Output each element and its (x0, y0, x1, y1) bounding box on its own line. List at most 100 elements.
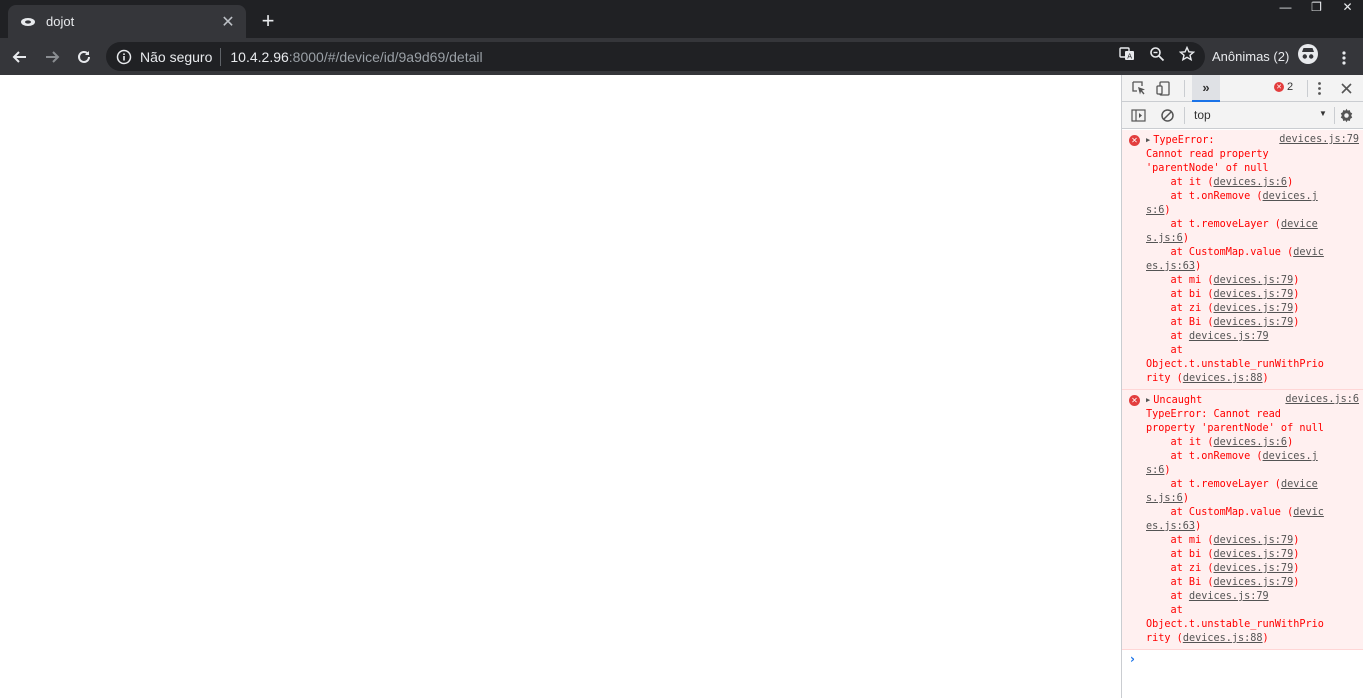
console-error-message[interactable]: ✕ ▶ Uncaught devices.js:6 TypeError: Cannot … (1122, 390, 1363, 650)
expand-triangle-icon[interactable]: ▶ (1146, 136, 1150, 144)
zoom-icon[interactable] (1149, 46, 1165, 67)
error-icon: ✕ (1129, 395, 1140, 406)
maximize-button[interactable]: ❐ (1301, 0, 1332, 14)
address-bar[interactable]: Não seguro 10.4.2.96 :8000/#/device/id/9… (106, 42, 1205, 71)
forward-arrow-icon (46, 50, 60, 63)
stack-text: rity ( (1146, 633, 1183, 644)
error-icon: ✕ (1129, 135, 1140, 146)
inspect-element-icon[interactable] (1131, 80, 1147, 96)
stack-source-link[interactable]: s.js:6 (1146, 493, 1183, 504)
tab-close-icon[interactable]: ✕ (218, 12, 238, 32)
stack-source-link[interactable]: devices.js:79 (1213, 275, 1293, 286)
stack-line: at (1146, 605, 1183, 616)
stack-text: ) (1262, 633, 1269, 644)
error-count-badge[interactable]: ✕ 2 (1274, 81, 1293, 93)
context-selector[interactable]: top (1194, 108, 1211, 122)
stack-line: property 'parentNode' of null (1146, 423, 1324, 434)
stack-line: at t.onRemove (devices.j (1146, 450, 1359, 464)
stack-source-link[interactable]: devices.js:79 (1213, 303, 1293, 314)
stack-source-link[interactable]: s:6 (1146, 205, 1164, 216)
back-button[interactable] (4, 41, 36, 73)
stack-text: at zi ( (1146, 303, 1214, 314)
stack-source-link[interactable]: es.js:63 (1146, 521, 1195, 532)
stack-source-link[interactable]: s:6 (1146, 465, 1164, 476)
clear-console-icon[interactable] (1159, 107, 1175, 123)
stack-source-link[interactable]: devices.j (1263, 191, 1318, 202)
stack-line: at it (devices.js:6) (1146, 436, 1359, 450)
reload-icon (78, 50, 90, 63)
close-window-button[interactable]: ✕ (1332, 0, 1363, 14)
stack-source-link[interactable]: devices.js:6 (1213, 177, 1287, 188)
stack-source-link[interactable]: devices.js:79 (1213, 563, 1293, 574)
stack-text: at Bi ( (1146, 317, 1214, 328)
stack-source-link[interactable]: devices.js:79 (1213, 577, 1293, 588)
stack-text: ) (1262, 373, 1269, 384)
incognito-profile-button[interactable]: Anônimas (2) (1212, 42, 1319, 71)
svg-text:A: A (1127, 53, 1132, 61)
security-label[interactable]: Não seguro (140, 49, 212, 65)
stack-text: at mi ( (1146, 535, 1214, 546)
tab-strip: dojot ✕ + — ❐ ✕ (0, 0, 1363, 38)
stack-source-link[interactable]: devices.js:79 (1213, 289, 1293, 300)
stack-source-link[interactable]: devices.js:88 (1183, 373, 1263, 384)
stack-text: ) (1293, 317, 1300, 328)
stack-line: at t.removeLayer (device (1146, 218, 1359, 232)
page-viewport (0, 75, 1121, 698)
omnibox-actions: A (1119, 42, 1196, 71)
stack-source-link[interactable]: devices.js:79 (1189, 331, 1269, 342)
stack-source-link[interactable]: devices.js:88 (1183, 633, 1263, 644)
stack-text: at (1146, 331, 1189, 342)
stack-source-link[interactable]: device (1281, 479, 1318, 490)
message-source-link[interactable]: devices.js:6 (1285, 393, 1359, 408)
show-sidebar-icon[interactable] (1130, 107, 1146, 123)
bookmark-star-icon[interactable] (1178, 45, 1196, 67)
more-tabs-button[interactable]: » (1192, 75, 1220, 102)
devtools-menu-icon[interactable] (1311, 80, 1327, 96)
minimize-button[interactable]: — (1270, 0, 1301, 14)
stack-source-link[interactable]: es.js:63 (1146, 261, 1195, 272)
stack-text: at it ( (1146, 177, 1214, 188)
stack-text: ) (1287, 437, 1294, 448)
stack-text: at CustomMap.value ( (1146, 247, 1294, 258)
browser-menu-button[interactable] (1328, 42, 1360, 74)
context-dropdown-icon[interactable]: ▼ (1319, 109, 1327, 118)
message-source-link[interactable]: devices.js:79 (1279, 133, 1359, 148)
url-host: 10.4.2.96 (230, 48, 289, 65)
browser-tab[interactable]: dojot ✕ (8, 5, 246, 38)
stack-source-link[interactable]: devic (1293, 247, 1324, 258)
console-messages: ✕ ▶ TypeError: devices.js:79 Cannot read pro… (1122, 130, 1363, 670)
stack-source-link[interactable]: s.js:6 (1146, 233, 1183, 244)
stack-source-link[interactable]: devices.j (1263, 451, 1318, 462)
stack-source-link[interactable]: devic (1293, 507, 1324, 518)
devtools-separator (1184, 107, 1185, 124)
stack-line: at zi (devices.js:79) (1146, 302, 1359, 316)
stack-source-link[interactable]: devices.js:79 (1213, 317, 1293, 328)
info-icon[interactable] (116, 49, 132, 65)
translate-icon[interactable]: A (1119, 46, 1135, 67)
console-settings-gear-icon[interactable] (1338, 107, 1354, 123)
console-prompt[interactable]: › (1122, 650, 1363, 670)
reload-button[interactable] (68, 41, 100, 73)
stack-text: at t.onRemove ( (1146, 451, 1263, 462)
console-error-message[interactable]: ✕ ▶ TypeError: devices.js:79 Cannot read pro… (1122, 130, 1363, 390)
device-toolbar-icon[interactable] (1155, 80, 1171, 96)
stack-source-link[interactable]: devices.js:6 (1213, 437, 1287, 448)
stack-line: at CustomMap.value (devic (1146, 506, 1359, 520)
stack-text: at t.removeLayer ( (1146, 479, 1281, 490)
stack-source-link[interactable]: devices.js:79 (1189, 591, 1269, 602)
stack-line: at mi (devices.js:79) (1146, 274, 1359, 288)
stack-source-link[interactable]: devices.js:79 (1213, 549, 1293, 560)
stack-source-link[interactable]: device (1281, 219, 1318, 230)
message-header: ▶ TypeError: devices.js:79 (1146, 133, 1359, 148)
stack-line: at bi (devices.js:79) (1146, 288, 1359, 302)
devtools-separator (1184, 80, 1185, 97)
devtools-close-icon[interactable] (1338, 80, 1354, 96)
kebab-menu-icon (1342, 51, 1346, 65)
expand-triangle-icon[interactable]: ▶ (1146, 396, 1150, 404)
new-tab-button[interactable]: + (255, 8, 281, 34)
stack-source-link[interactable]: devices.js:79 (1213, 535, 1293, 546)
stack-line: rity (devices.js:88) (1146, 372, 1359, 386)
message-header: ▶ Uncaught devices.js:6 (1146, 393, 1359, 408)
stack-line: at t.onRemove (devices.j (1146, 190, 1359, 204)
forward-button[interactable] (36, 41, 68, 73)
